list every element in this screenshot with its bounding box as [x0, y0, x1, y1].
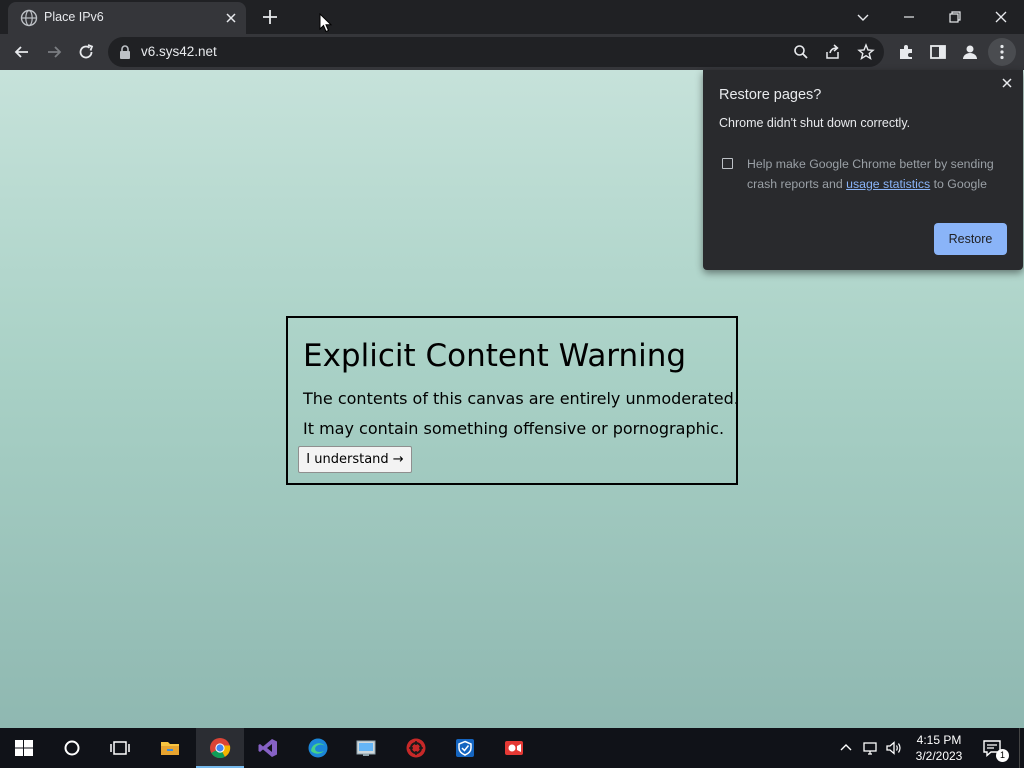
close-icon[interactable] — [222, 9, 240, 27]
search-icon[interactable] — [792, 43, 810, 61]
cortana-button[interactable] — [48, 728, 96, 768]
tab-title: Place IPv6 — [44, 10, 104, 24]
menu-button[interactable] — [988, 38, 1016, 66]
notification-count-badge: 1 — [996, 749, 1009, 762]
warning-dialog: Explicit Content Warning The contents of… — [286, 316, 739, 485]
popup-subtitle: Chrome didn't shut down correctly. — [719, 116, 911, 130]
network-icon[interactable] — [862, 739, 880, 757]
control-panel-icon — [356, 740, 376, 756]
chrome-button[interactable] — [196, 728, 244, 768]
taskbar: 4:15 PM 3/2/2023 1 — [0, 728, 1024, 768]
plus-icon[interactable] — [259, 6, 281, 28]
minimize-icon[interactable] — [896, 4, 922, 30]
reload-icon[interactable] — [76, 42, 96, 62]
browser-tab[interactable]: Place IPv6 — [8, 2, 246, 34]
address-bar[interactable]: v6.sys42.net — [108, 37, 884, 67]
restore-button[interactable]: Restore — [934, 223, 1007, 255]
red-app-button[interactable] — [392, 728, 440, 768]
usage-statistics-link[interactable]: usage statistics — [846, 177, 930, 191]
task-view-icon — [110, 741, 130, 755]
cortana-icon — [64, 740, 80, 756]
arrow-left-icon[interactable] — [12, 42, 32, 62]
url-text[interactable]: v6.sys42.net — [141, 44, 217, 59]
clock-time: 4:15 PM — [916, 733, 962, 747]
start-icon — [15, 740, 33, 756]
visual-studio-icon — [258, 739, 277, 757]
globe-icon — [20, 9, 38, 27]
i-understand-button[interactable]: I understand → — [298, 446, 412, 473]
mouse-cursor-icon — [319, 13, 333, 33]
system-clock[interactable]: 4:15 PM 3/2/2023 — [902, 732, 976, 764]
crash-report-checkbox[interactable] — [722, 158, 733, 169]
recorder-app-button[interactable] — [490, 728, 538, 768]
profile-icon[interactable] — [960, 42, 980, 62]
start-button[interactable] — [0, 728, 48, 768]
visual-studio-button[interactable] — [244, 728, 292, 768]
crash-report-text-end: to Google — [933, 177, 987, 191]
volume-icon[interactable] — [885, 739, 903, 757]
chevron-down-icon[interactable] — [850, 4, 876, 30]
arrow-right-icon[interactable] — [44, 42, 64, 62]
star-icon[interactable] — [857, 43, 875, 61]
share-icon[interactable] — [824, 43, 842, 61]
kebab-icon — [1000, 44, 1004, 60]
chrome-icon — [210, 738, 231, 759]
file-explorer-button[interactable] — [146, 728, 194, 768]
chevron-up-icon[interactable] — [837, 739, 855, 757]
edge-button[interactable] — [294, 728, 342, 768]
control-panel-button[interactable] — [342, 728, 390, 768]
restore-pages-popup: Restore pages? Chrome didn't shut down c… — [703, 70, 1023, 270]
restore-window-icon[interactable] — [942, 4, 968, 30]
puzzle-icon[interactable] — [896, 42, 916, 62]
shield-app-button[interactable] — [441, 728, 489, 768]
close-icon[interactable] — [999, 75, 1015, 91]
app-shield-icon — [456, 739, 474, 757]
edge-icon — [308, 738, 328, 758]
browser-toolbar: v6.sys42.net — [0, 34, 1024, 70]
task-view-button[interactable] — [96, 728, 144, 768]
lock-icon[interactable] — [118, 44, 132, 60]
close-window-icon[interactable] — [988, 4, 1014, 30]
file-explorer-icon — [161, 742, 179, 755]
warning-title: Explicit Content Warning — [303, 338, 687, 374]
crash-report-label: Help make Google Chrome better by sendin… — [747, 154, 1007, 194]
show-desktop-button[interactable] — [1019, 728, 1024, 768]
popup-title: Restore pages? — [719, 87, 822, 103]
app-recorder-icon — [505, 741, 523, 755]
side-panel-icon[interactable] — [928, 42, 948, 62]
warning-text-line-1: The contents of this canvas are entirely… — [303, 389, 739, 408]
clock-date: 3/2/2023 — [915, 749, 963, 763]
tab-strip: Place IPv6 — [0, 0, 1024, 34]
app-red-icon — [406, 738, 426, 758]
warning-text-line-2: It may contain something offensive or po… — [303, 419, 725, 438]
